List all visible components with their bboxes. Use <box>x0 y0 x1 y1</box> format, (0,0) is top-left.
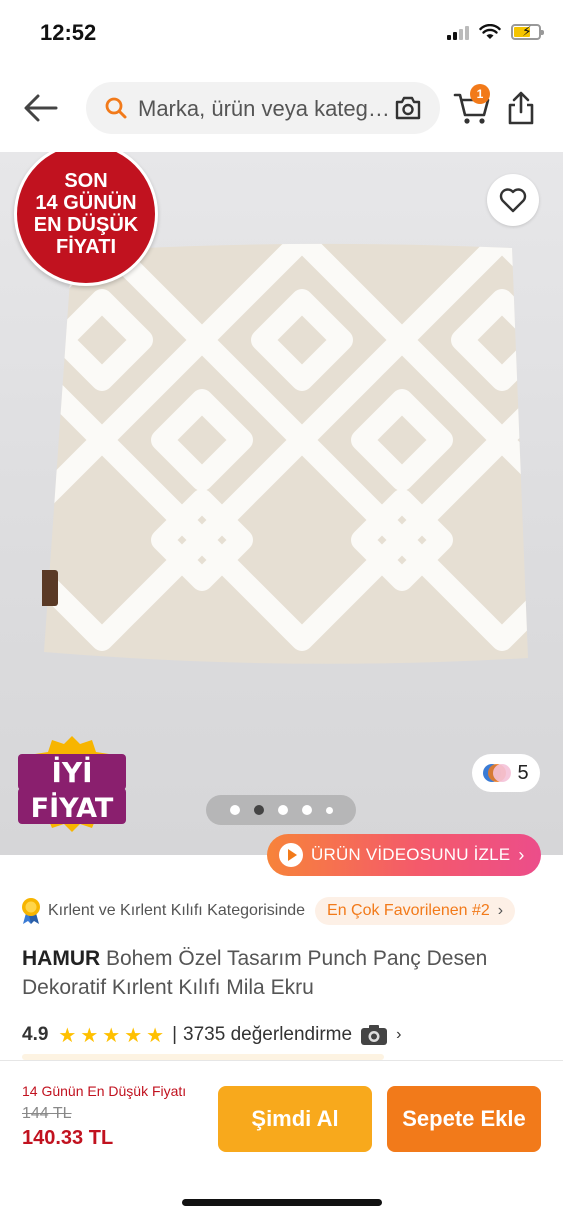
video-button-label: ÜRÜN VİDEOSUNU İZLE <box>311 845 511 864</box>
chevron-right-icon: › <box>396 1026 402 1043</box>
good-price-line-2: FİYAT <box>31 792 114 824</box>
top-nav: Marka, ürün veya kategori ara 1 <box>0 80 563 136</box>
search-input[interactable]: Marka, ürün veya kategori ara <box>138 96 390 122</box>
watch-product-video-button[interactable]: ÜRÜN VİDEOSUNU İZLE › <box>267 834 541 876</box>
rating-score: 4.9 <box>22 1024 49 1045</box>
deal-badge-line-1: SON <box>64 170 108 192</box>
back-arrow-icon[interactable] <box>22 92 60 124</box>
status-icons: ⚡ <box>447 23 544 40</box>
deal-badge-line-3: EN DÜŞÜK <box>33 214 139 236</box>
add-to-cart-button[interactable]: Sepete Ekle <box>387 1086 541 1152</box>
category-ranking[interactable]: Kırlent ve Kırlent Kılıfı Kategorisinde … <box>20 896 560 926</box>
play-icon <box>279 843 303 867</box>
color-swatches-icon <box>483 764 512 782</box>
star-icon: ★ <box>80 1024 99 1047</box>
pager-dot[interactable] <box>325 806 333 814</box>
photo-reviews-icon <box>361 1025 388 1045</box>
category-text: Kırlent ve Kırlent Kılıfı Kategorisinde <box>48 902 306 919</box>
price-box: 14 Günün En Düşük Fiyatı 144 TL 140.33 T… <box>22 1083 212 1150</box>
good-price-badge: İYİ FİYAT <box>18 736 126 832</box>
signal-icon <box>447 24 469 40</box>
pager-dot[interactable] <box>229 805 240 815</box>
pager-dot[interactable] <box>277 805 288 815</box>
image-pager[interactable] <box>206 795 356 825</box>
battery-icon: ⚡ <box>511 23 544 40</box>
good-price-line-1: İYİ <box>51 755 92 789</box>
deal-badge-line-4: FİYATI <box>55 236 116 258</box>
purchase-bar: 14 Günün En Düşük Fiyatı 144 TL 140.33 T… <box>0 1060 563 1219</box>
wifi-icon <box>479 24 501 39</box>
chevron-right-icon: › <box>518 844 525 865</box>
cart-count-badge: 1 <box>470 84 490 104</box>
favorite-button[interactable] <box>487 174 539 226</box>
star-icon: ★ <box>102 1024 121 1047</box>
share-icon[interactable] <box>506 90 536 126</box>
product-title: HAMUR Bohem Özel Tasarım Punch Panç Dese… <box>22 944 542 1002</box>
search-icon <box>105 97 127 119</box>
star-icon: ★ <box>124 1024 143 1047</box>
color-count: 5 <box>517 761 529 784</box>
pager-dot[interactable] <box>301 805 312 815</box>
status-time: 12:52 <box>40 20 97 45</box>
medal-icon <box>22 898 40 924</box>
product-brand[interactable]: HAMUR <box>22 947 100 970</box>
pager-dot-active[interactable] <box>253 805 264 815</box>
lowest-price-label: 14 Günün En Düşük Fiyatı <box>22 1083 187 1099</box>
current-price: 140.33 TL <box>22 1127 114 1149</box>
rating-summary[interactable]: 4.9 ★ ★ ★ ★ ★ | 3735 değerlendirme › <box>22 1020 401 1050</box>
star-icon: ★ <box>58 1024 77 1047</box>
chevron-right-icon: › <box>497 902 504 919</box>
buy-now-button[interactable]: Şimdi Al <box>218 1086 372 1152</box>
deal-badge-line-2: 14 GÜNÜN <box>35 192 137 214</box>
favorite-rank-badge[interactable]: En Çok Favorilenen #2 › <box>315 897 516 925</box>
rating-separator: | <box>172 1024 178 1045</box>
favorite-rank-label: En Çok Favorilenen #2 <box>327 902 490 919</box>
search-bar[interactable]: Marka, ürün veya kategori ara <box>86 82 440 134</box>
home-indicator[interactable] <box>182 1199 382 1206</box>
heart-icon <box>499 188 527 213</box>
rating-stars: ★ ★ ★ ★ ★ <box>58 1023 164 1048</box>
status-bar: 12:52 ⚡ <box>0 0 563 70</box>
review-count: 3735 değerlendirme <box>183 1024 353 1045</box>
product-photo-cushion <box>42 243 528 664</box>
old-price: 144 TL <box>22 1105 72 1122</box>
color-variants-button[interactable]: 5 <box>472 754 540 792</box>
star-icon: ★ <box>146 1024 165 1047</box>
camera-search-icon[interactable] <box>394 95 422 121</box>
product-image-gallery[interactable]: SON 14 GÜNÜN EN DÜŞÜK FİYATI İYİ FİYAT 5 <box>0 152 563 855</box>
